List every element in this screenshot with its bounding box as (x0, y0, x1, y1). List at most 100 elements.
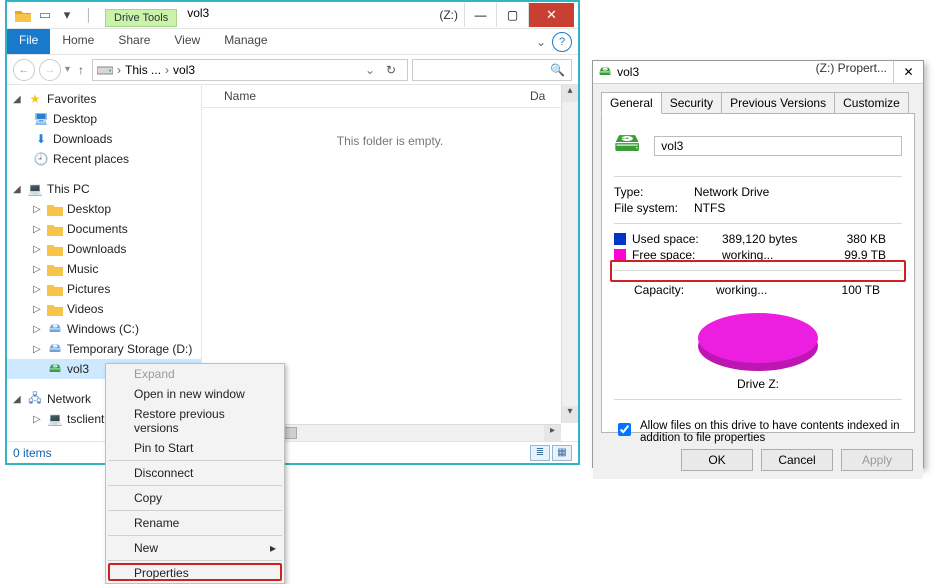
label: Videos (67, 302, 103, 316)
expand-icon[interactable]: ▷ (33, 244, 43, 255)
expand-icon[interactable]: ▷ (33, 224, 43, 235)
ctx-pin-to-start[interactable]: Pin to Start (106, 438, 284, 458)
expand-icon[interactable]: ▷ (33, 264, 43, 275)
folder-icon (47, 221, 63, 237)
capacity-human: 100 TB (826, 283, 880, 297)
dialog-buttons: OK Cancel Apply (593, 441, 923, 479)
scroll-track[interactable] (562, 102, 578, 406)
expand-icon[interactable]: ▷ (33, 414, 43, 425)
refresh-icon[interactable]: ↻ (379, 63, 403, 77)
volume-name-field[interactable]: vol3 (654, 136, 902, 156)
ctx-open-new-window[interactable]: Open in new window (106, 384, 284, 404)
vertical-scrollbar[interactable]: ▴ ▾ (561, 85, 578, 423)
tree-item-documents[interactable]: ▷ Documents (7, 219, 201, 239)
free-swatch-icon (614, 249, 626, 261)
tree-item-music[interactable]: ▷ Music (7, 259, 201, 279)
ribbon-tab-home[interactable]: Home (50, 29, 106, 54)
column-headers[interactable]: Name Da (202, 85, 578, 108)
apply-button[interactable]: Apply (841, 449, 913, 471)
separator (614, 176, 902, 177)
ctx-restore-versions[interactable]: Restore previous versions (106, 404, 284, 438)
label: Desktop (53, 112, 97, 126)
expand-icon[interactable]: ▷ (33, 284, 43, 295)
scroll-down-icon[interactable]: ▾ (562, 406, 578, 423)
tree-item-recent[interactable]: 🕘 Recent places (7, 149, 201, 169)
indexing-label: Allow files on this drive to have conten… (640, 420, 902, 444)
up-button[interactable]: ↑ (74, 63, 88, 77)
tab-security[interactable]: Security (661, 92, 722, 114)
downloads-icon: ⬇ (33, 131, 49, 147)
ribbon-tab-share[interactable]: Share (106, 29, 162, 54)
search-box[interactable]: 🔍 (412, 59, 572, 81)
tab-general[interactable]: General (601, 92, 662, 114)
type-value: Network Drive (694, 185, 769, 199)
expand-icon[interactable]: ▷ (33, 304, 43, 315)
help-icon[interactable]: ? (552, 32, 572, 52)
indexing-checkbox[interactable] (618, 423, 631, 436)
column-name[interactable]: Name (224, 89, 530, 103)
tree-item-pictures[interactable]: ▷ Pictures (7, 279, 201, 299)
drive-icon: 🖴 (47, 321, 63, 337)
address-bar[interactable]: › This ... › vol3 ⌄ ↻ (92, 59, 408, 81)
scroll-up-icon[interactable]: ▴ (562, 85, 578, 102)
chevron-right-icon[interactable]: › (165, 63, 169, 77)
minimize-button[interactable]: — (464, 3, 496, 27)
tree-item-temp-d[interactable]: ▷ 🖴 Temporary Storage (D:) (7, 339, 201, 359)
tab-customize[interactable]: Customize (834, 92, 909, 114)
tree-item-desktop[interactable]: ▷ Desktop (7, 199, 201, 219)
used-swatch-icon (614, 233, 626, 245)
ribbon-tab-view[interactable]: View (162, 29, 212, 54)
used-label: Used space: (632, 232, 722, 246)
collapse-icon[interactable]: ◢ (13, 394, 23, 405)
qat-dropdown-icon[interactable]: ▾ (57, 5, 77, 25)
free-label: Free space: (632, 248, 722, 262)
drive-letter-label: (Z:) (439, 8, 458, 22)
search-icon: 🔍 (550, 63, 565, 77)
back-button[interactable]: ← (13, 59, 35, 81)
cancel-button[interactable]: Cancel (761, 449, 833, 471)
properties-qat-icon[interactable]: ▭ (35, 5, 55, 25)
capacity-row: Capacity: working... 100 TB (614, 279, 902, 301)
tree-item-windows-c[interactable]: ▷ 🖴 Windows (C:) (7, 319, 201, 339)
view-details-button[interactable]: ≣ (530, 445, 550, 461)
crumb-leaf[interactable]: vol3 (173, 63, 195, 77)
ribbon-tab-manage[interactable]: Manage (212, 29, 279, 54)
collapse-icon[interactable]: ◢ (13, 94, 23, 105)
forward-button[interactable]: → (39, 59, 61, 81)
separator (614, 270, 902, 271)
ribbon-collapse-icon[interactable]: ⌄ (530, 35, 552, 49)
free-human: 99.9 TB (832, 248, 886, 262)
folder-icon (47, 201, 63, 217)
ribbon-tab-file[interactable]: File (7, 29, 50, 54)
tree-group-thispc[interactable]: ◢ 💻 This PC (7, 179, 201, 199)
tree-item-downloads-fav[interactable]: ⬇ Downloads (7, 129, 201, 149)
tree-item-desktop-fav[interactable]: 🖥 Desktop (7, 109, 201, 129)
ctx-rename[interactable]: Rename (106, 513, 284, 533)
addr-dropdown-icon[interactable]: ⌄ (365, 63, 375, 77)
close-button[interactable]: ✕ (893, 61, 923, 83)
quick-access-toolbar: ▭ ▾ │ (7, 2, 105, 28)
expand-icon[interactable]: ▷ (33, 344, 43, 355)
scroll-right-icon[interactable]: ▸ (544, 425, 561, 441)
tree-item-downloads[interactable]: ▷ Downloads (7, 239, 201, 259)
ctx-properties[interactable]: Properties (106, 563, 284, 583)
tree-group-favorites[interactable]: ◢ ★ Favorites (7, 89, 201, 109)
tab-previous-versions[interactable]: Previous Versions (721, 92, 835, 114)
expand-icon[interactable]: ▷ (33, 324, 43, 335)
ctx-separator (108, 510, 282, 511)
recent-locations-icon[interactable]: ▾ (65, 64, 70, 75)
tree-item-videos[interactable]: ▷ Videos (7, 299, 201, 319)
ctx-disconnect[interactable]: Disconnect (106, 463, 284, 483)
maximize-button[interactable]: ▢ (496, 3, 528, 27)
view-icons-button[interactable]: ▦ (552, 445, 572, 461)
close-button[interactable]: ✕ (528, 3, 574, 27)
chevron-right-icon[interactable]: › (117, 63, 121, 77)
ok-button[interactable]: OK (681, 449, 753, 471)
fs-key: File system: (614, 201, 694, 215)
ctx-copy[interactable]: Copy (106, 488, 284, 508)
label: Downloads (53, 132, 112, 146)
expand-icon[interactable]: ▷ (33, 204, 43, 215)
ctx-new[interactable]: New (106, 538, 284, 558)
collapse-icon[interactable]: ◢ (13, 184, 23, 195)
crumb-root[interactable]: This ... (125, 63, 161, 77)
